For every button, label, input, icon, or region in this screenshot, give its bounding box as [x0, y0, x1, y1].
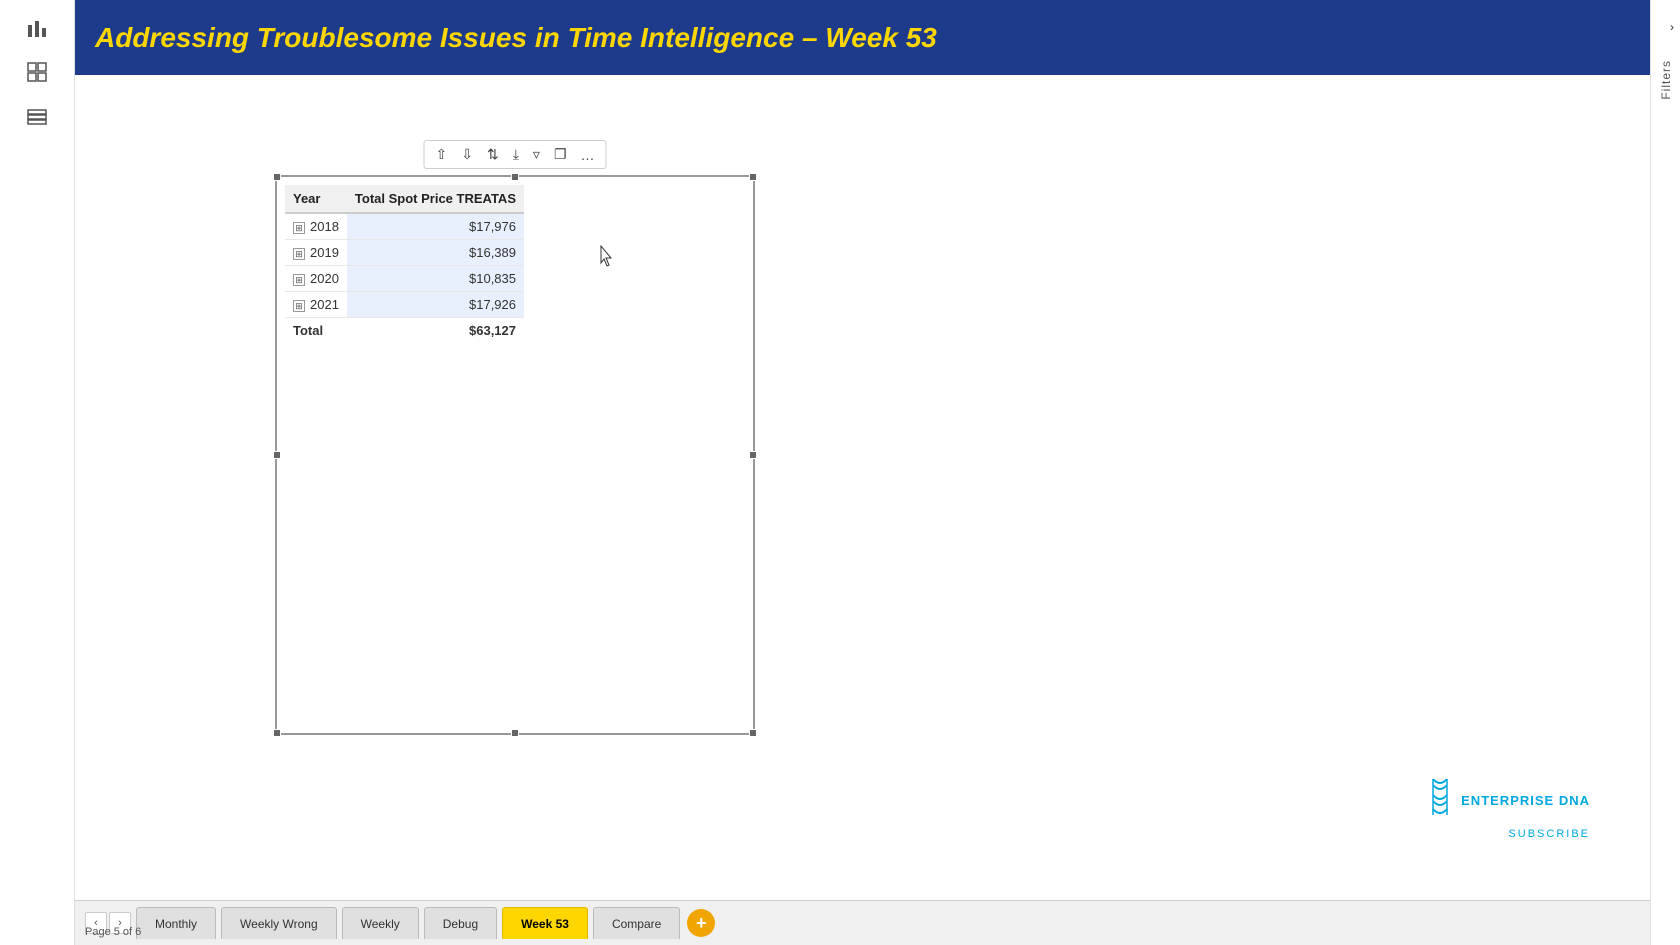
- page-number: Page 5 of 6: [85, 926, 141, 938]
- value-cell: $10,835: [347, 266, 524, 292]
- table-row[interactable]: ⊞2020 $10,835: [285, 266, 524, 292]
- col-year[interactable]: Year: [285, 185, 347, 213]
- handle-tm[interactable]: [511, 173, 519, 181]
- tab-weekly-wrong[interactable]: Weekly Wrong: [221, 907, 337, 939]
- expand-row-icon[interactable]: ⊞: [293, 248, 305, 260]
- left-sidebar: [0, 0, 75, 945]
- tab-bar: ‹ › MonthlyWeekly WrongWeeklyDebugWeek 5…: [75, 900, 1650, 945]
- year-cell: ⊞2020: [285, 266, 347, 292]
- handle-bm[interactable]: [511, 729, 519, 737]
- page-status: Page 5 of 6: [75, 921, 151, 943]
- filter-icon[interactable]: ▿: [530, 144, 543, 165]
- download-icon[interactable]: ⤓: [510, 144, 522, 165]
- year-cell: ⊞2019: [285, 240, 347, 266]
- value-cell: $17,976: [347, 213, 524, 240]
- tab-week-53[interactable]: Week 53: [502, 907, 588, 939]
- sort-desc-icon[interactable]: ⇩: [458, 144, 476, 165]
- logo-text: ENTERPRISE DNA: [1461, 793, 1590, 808]
- total-value: $63,127: [347, 318, 524, 344]
- main-content: Addressing Troublesome Issues in Time In…: [75, 0, 1650, 905]
- value-cell: $17,926: [347, 292, 524, 318]
- subscribe-button[interactable]: SUBSCRIBE: [1508, 828, 1590, 840]
- visual-toolbar: ⇧ ⇩ ⇅ ⤓ ▿ ❐ …: [424, 140, 607, 169]
- dna-icon: [1425, 777, 1455, 824]
- expand-row-icon[interactable]: ⊞: [293, 300, 305, 312]
- table-row[interactable]: ⊞2021 $17,926: [285, 292, 524, 318]
- col-value[interactable]: Total Spot Price TREATAS: [347, 185, 524, 213]
- expand-row-icon[interactable]: ⊞: [293, 222, 305, 234]
- year-cell: ⊞2021: [285, 292, 347, 318]
- add-tab-button[interactable]: +: [687, 909, 715, 937]
- handle-bl[interactable]: [273, 729, 281, 737]
- layers-icon[interactable]: [19, 98, 55, 134]
- value-cell: $16,389: [347, 240, 524, 266]
- table-row[interactable]: ⊞2018 $17,976: [285, 213, 524, 240]
- handle-ml[interactable]: [273, 451, 281, 459]
- header-banner: Addressing Troublesome Issues in Time In…: [75, 0, 1650, 75]
- bar-chart-icon[interactable]: [19, 10, 55, 46]
- table-visual[interactable]: ⇧ ⇩ ⇅ ⤓ ▿ ❐ …: [275, 175, 755, 735]
- handle-br[interactable]: [749, 729, 757, 737]
- sort-asc-icon[interactable]: ⇧: [433, 144, 451, 165]
- sort-both-icon[interactable]: ⇅: [484, 144, 502, 165]
- handle-mr[interactable]: [749, 451, 757, 459]
- expand-row-icon[interactable]: ⊞: [293, 274, 305, 286]
- logo-area: ENTERPRISE DNA SUBSCRIBE: [1425, 777, 1590, 840]
- handle-tl[interactable]: [273, 173, 281, 181]
- grid-icon[interactable]: [19, 54, 55, 90]
- tab-debug[interactable]: Debug: [424, 907, 497, 939]
- more-icon[interactable]: …: [578, 145, 598, 165]
- table-row[interactable]: ⊞2019 $16,389: [285, 240, 524, 266]
- right-sidebar: › Filters: [1650, 0, 1680, 945]
- year-cell: ⊞2018: [285, 213, 347, 240]
- tab-compare[interactable]: Compare: [593, 907, 680, 939]
- canvas-area: ⇧ ⇩ ⇅ ⤓ ▿ ❐ …: [75, 75, 1650, 905]
- tab-weekly[interactable]: Weekly: [342, 907, 419, 939]
- logo-main: ENTERPRISE DNA: [1425, 777, 1590, 824]
- collapse-icon[interactable]: ›: [1670, 20, 1674, 34]
- data-table: Year Total Spot Price TREATAS ⊞2018 $17,…: [285, 185, 524, 343]
- handle-tr[interactable]: [749, 173, 757, 181]
- total-row: Total $63,127: [285, 318, 524, 344]
- total-label: Total: [285, 318, 347, 344]
- expand-icon[interactable]: ❐: [551, 144, 570, 165]
- filters-label[interactable]: Filters: [1659, 60, 1673, 100]
- page-title: Addressing Troublesome Issues in Time In…: [95, 22, 937, 54]
